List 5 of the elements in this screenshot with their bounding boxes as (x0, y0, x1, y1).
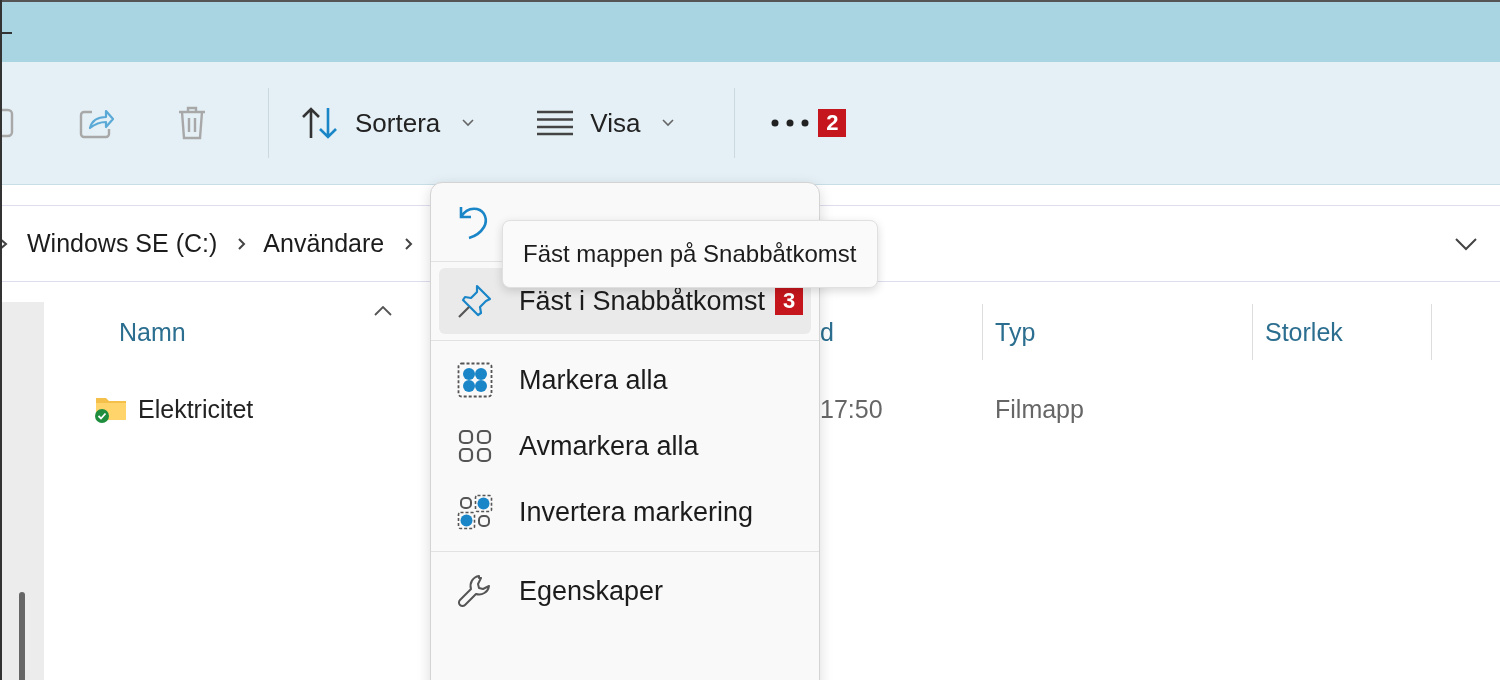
table-cell: 17:50 (820, 394, 883, 423)
tooltip: Fäst mappen på Snabbåtkomst (502, 220, 878, 288)
step-badge: 3 (775, 287, 804, 315)
table-cell: Filmapp (995, 394, 1084, 423)
step-badge: 2 (818, 109, 847, 137)
